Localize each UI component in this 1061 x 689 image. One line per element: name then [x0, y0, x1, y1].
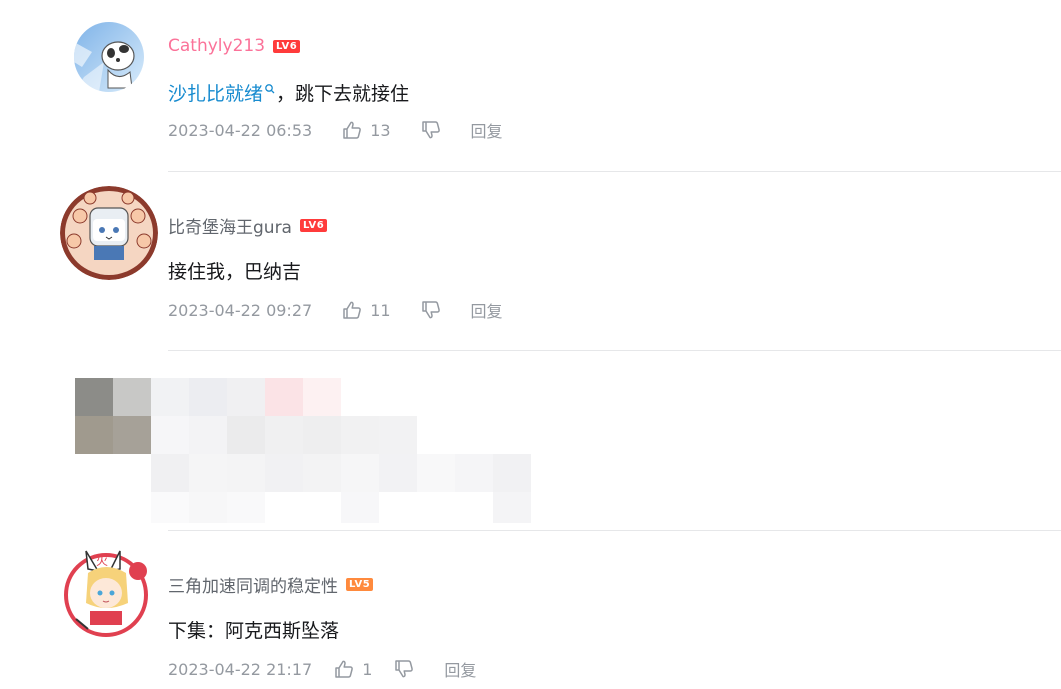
- thumbs-up-icon: [335, 660, 354, 678]
- comment-text: 下集：阿克西斯坠落: [168, 620, 340, 642]
- like-count: 11: [370, 300, 391, 320]
- like-button[interactable]: 1: [334, 660, 372, 679]
- like-count: 13: [370, 120, 391, 140]
- dislike-button[interactable]: [421, 121, 441, 139]
- redacted-avatar-image: [75, 378, 151, 454]
- level-badge: LV5: [346, 577, 374, 591]
- reply-button[interactable]: 回复: [471, 118, 503, 142]
- thumbs-down-icon: [421, 301, 440, 319]
- avatar-image: [60, 186, 158, 280]
- comment-time: 2023-04-22 09:27: [168, 300, 313, 320]
- username[interactable]: 三角加速同调的稳定性: [168, 572, 338, 597]
- comment-time: 2023-04-22 21:17: [168, 659, 313, 679]
- username[interactable]: 比奇堡海王gura: [168, 213, 292, 238]
- comment-time: 2023-04-22 06:53: [168, 120, 313, 140]
- reply-button[interactable]: 回复: [471, 298, 503, 322]
- dislike-button[interactable]: [421, 301, 441, 319]
- like-button[interactable]: 13: [342, 120, 391, 140]
- thumbs-down-icon: [421, 121, 440, 139]
- search-jump-text[interactable]: 沙扎比就绪: [168, 83, 263, 105]
- reply-button[interactable]: 回复: [444, 657, 476, 681]
- username[interactable]: Cathyly213: [168, 36, 265, 56]
- level-badge: LV6: [299, 218, 328, 232]
- divider: [168, 530, 1061, 531]
- avatar[interactable]: [60, 186, 158, 280]
- search-jump-link[interactable]: 沙扎比就绪: [168, 83, 276, 105]
- comment-meta: 2023-04-22 21:17 1 回复: [168, 657, 476, 681]
- username-row: 三角加速同调的稳定性 LV5: [168, 572, 374, 597]
- svg-text:火: 火: [96, 554, 108, 568]
- search-icon: [265, 84, 275, 94]
- avatar-image: 火: [64, 550, 148, 637]
- username-row: 比奇堡海王gura LV6: [168, 213, 328, 238]
- redacted-avatar: [75, 378, 151, 454]
- comment-meta: 2023-04-22 09:27 11 回复: [168, 298, 503, 322]
- dislike-button[interactable]: [394, 660, 414, 678]
- avatar[interactable]: [74, 22, 144, 92]
- divider: [168, 171, 1061, 172]
- like-count: 1: [362, 659, 373, 679]
- comment-text: 沙扎比就绪 ，跳下去就接住: [168, 79, 409, 109]
- username-row: Cathyly213 LV6: [168, 34, 301, 58]
- comment-text-rest: ，跳下去就接住: [276, 83, 410, 105]
- avatar[interactable]: 火: [58, 543, 154, 639]
- thumbs-down-icon: [395, 660, 414, 678]
- comment-text: 接住我，巴纳吉: [168, 261, 302, 283]
- thumbs-up-icon: [343, 301, 362, 319]
- comment-meta: 2023-04-22 06:53 13 回复: [168, 118, 503, 142]
- redacted-text-image: [151, 378, 531, 523]
- like-button[interactable]: 11: [342, 300, 391, 320]
- redacted-text: [151, 378, 531, 523]
- divider: [168, 350, 1061, 351]
- avatar-image: [74, 22, 144, 92]
- thumbs-up-icon: [343, 121, 362, 139]
- level-badge: LV6: [273, 39, 301, 53]
